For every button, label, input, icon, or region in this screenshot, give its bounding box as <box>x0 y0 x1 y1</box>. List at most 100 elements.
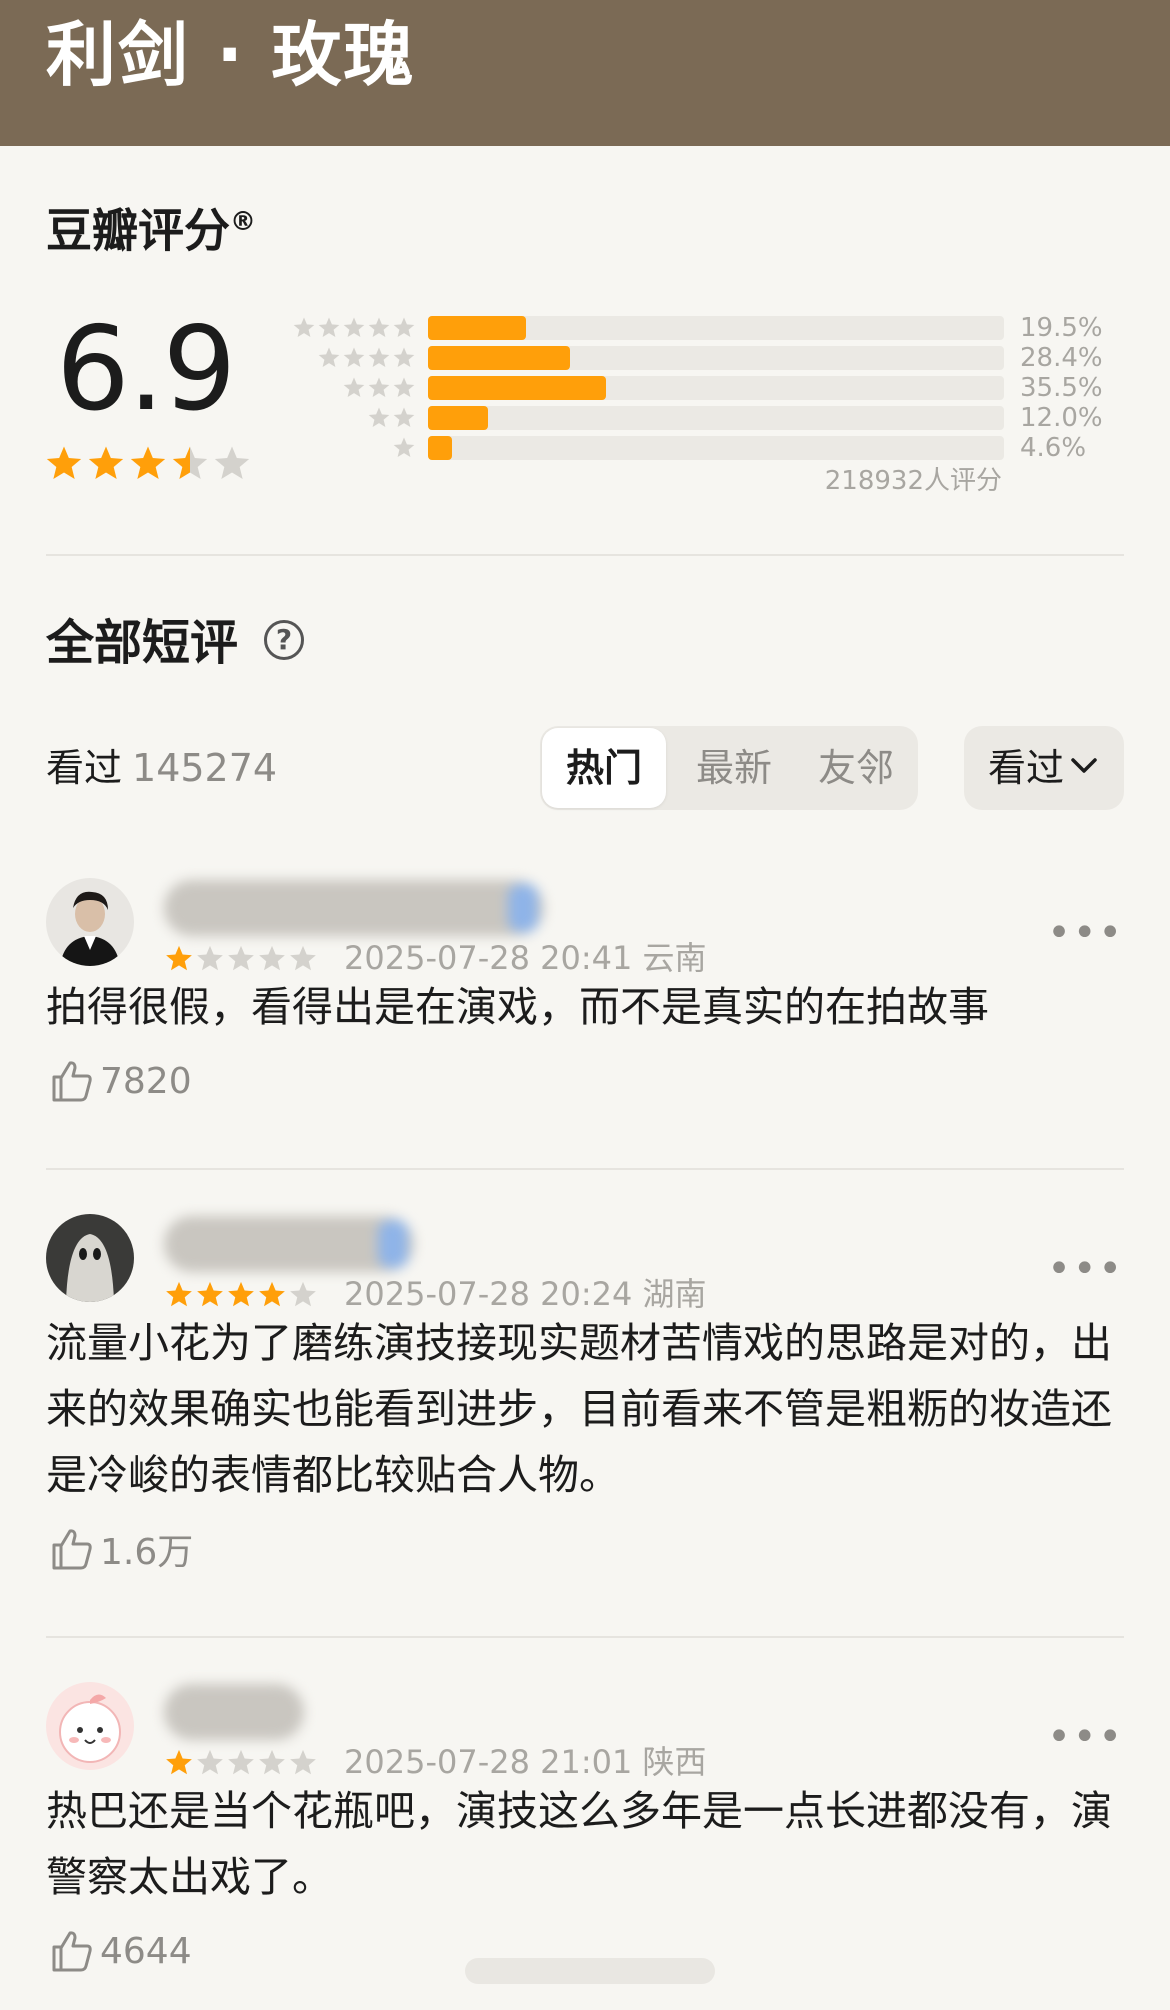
total-ratings[interactable]: 218932人评分 <box>825 460 1002 497</box>
distribution-bar-fill <box>428 376 606 400</box>
avatar[interactable] <box>46 1682 134 1770</box>
star-icon <box>393 377 415 397</box>
star-icon <box>393 317 415 337</box>
question-circle-icon[interactable]: ? <box>264 620 304 660</box>
review-text: 热巴还是当个花瓶吧，演技这么多年是一点长进都没有，演警察太出戏了。 <box>46 1787 1112 1901</box>
review-date: 2025-07-28 20:41 <box>344 939 633 977</box>
review-star-icon <box>290 945 316 971</box>
review-star-icon <box>166 1749 192 1775</box>
star-icon <box>393 407 415 427</box>
distribution-stars <box>342 376 416 400</box>
reviews-section-title: 全部短评 <box>46 615 239 671</box>
thumbs-up-icon <box>52 1061 92 1102</box>
chevron-down-icon <box>1071 758 1097 773</box>
distribution-bar-track <box>428 346 1004 370</box>
like-count: 7820 <box>100 1060 192 1102</box>
distribution-row: 19.5% <box>0 313 1170 343</box>
review-location: 陕西 <box>642 1743 707 1781</box>
thumbs-up-icon <box>52 1931 92 1972</box>
distribution-row: 35.5% <box>0 373 1170 403</box>
distribution-percent: 28.4% <box>1020 343 1103 373</box>
distribution-bar-track <box>428 376 1004 400</box>
rating-section-title: 豆瓣评分® <box>46 192 256 260</box>
review-date: 2025-07-28 21:01 <box>344 1743 633 1781</box>
avatar[interactable] <box>46 1214 134 1302</box>
star-icon <box>368 317 390 337</box>
review-text: 流量小花为了磨练演技接现实题材苦情戏的思路是对的，出来的效果确实也能看到进步，目… <box>46 1319 1112 1499</box>
tab-hot[interactable]: 热门 <box>542 728 666 808</box>
star-icon <box>318 347 340 367</box>
review-star-icon <box>197 945 223 971</box>
distribution-stars <box>367 406 416 430</box>
distribution-bar-fill <box>428 406 489 430</box>
divider <box>46 1168 1124 1170</box>
review-location: 湖南 <box>642 1275 707 1313</box>
more-options-icon[interactable]: ••• <box>1047 1246 1124 1292</box>
review-stars <box>164 1748 318 1778</box>
distribution-bar-track <box>428 406 1004 430</box>
star-icon <box>343 347 365 367</box>
review-date: 2025-07-28 20:24 <box>344 1275 633 1313</box>
distribution-percent: 35.5% <box>1020 373 1103 403</box>
star-icon <box>343 377 365 397</box>
review-stars <box>164 1280 318 1310</box>
watched-count: 145274 <box>132 746 278 790</box>
review-star-icon <box>259 1281 285 1307</box>
review-star-icon <box>290 1281 316 1307</box>
star-icon <box>293 317 315 337</box>
username-blurred[interactable] <box>164 880 544 936</box>
star-icon <box>393 347 415 367</box>
thumbs-up-icon <box>52 1529 92 1570</box>
avatar[interactable] <box>46 878 134 966</box>
distribution-percent: 19.5% <box>1020 313 1103 343</box>
watched-summary: 看过 145274 <box>46 740 277 796</box>
review-location: 云南 <box>642 939 707 977</box>
status-filter-dropdown[interactable]: 看过 <box>964 726 1124 810</box>
distribution-row: 12.0% <box>0 403 1170 433</box>
review-star-icon <box>259 1749 285 1775</box>
review-star-icon <box>228 1281 254 1307</box>
distribution-bar-fill <box>428 316 526 340</box>
like-button[interactable]: 1.6万 <box>48 1524 193 1574</box>
tab-friends[interactable]: 友邻 <box>794 726 918 810</box>
like-button[interactable]: 4644 <box>48 1926 192 1976</box>
like-count: 4644 <box>100 1930 192 1972</box>
watched-label: 看过 <box>46 746 123 790</box>
review-star-icon <box>197 1749 223 1775</box>
registered-mark: ® <box>230 207 256 237</box>
more-options-icon[interactable]: ••• <box>1047 910 1124 956</box>
sort-tabs: 热门 最新 友邻 <box>540 726 918 810</box>
like-button[interactable]: 7820 <box>48 1056 192 1106</box>
review-star-icon <box>290 1749 316 1775</box>
star-icon <box>368 347 390 367</box>
distribution-bar-track <box>428 436 1004 460</box>
divider <box>46 554 1124 556</box>
star-icon <box>343 317 365 337</box>
filter-label: 看过 <box>988 746 1065 790</box>
star-icon <box>368 407 390 427</box>
star-icon <box>368 377 390 397</box>
distribution-row: 4.6% <box>0 433 1170 463</box>
distribution-percent: 12.0% <box>1020 403 1103 433</box>
review-star-icon <box>166 1281 192 1307</box>
home-indicator <box>465 1958 715 1984</box>
divider <box>46 1636 1124 1638</box>
distribution-bar-track <box>428 316 1004 340</box>
distribution-bar-fill <box>428 346 571 370</box>
like-count: 1.6万 <box>100 1532 194 1573</box>
review-star-icon <box>259 945 285 971</box>
review-star-icon <box>228 945 254 971</box>
review-star-icon <box>166 945 192 971</box>
username-blurred[interactable] <box>164 1216 414 1272</box>
page-header: 利剑 · 玫瑰 <box>0 0 1170 146</box>
review-star-icon <box>197 1281 223 1307</box>
review-stars <box>164 944 318 974</box>
username-blurred[interactable] <box>164 1684 304 1740</box>
distribution-percent: 4.6% <box>1020 433 1087 463</box>
star-icon <box>318 317 340 337</box>
more-options-icon[interactable]: ••• <box>1047 1714 1124 1760</box>
page-title: 利剑 · 玫瑰 <box>46 14 416 96</box>
review-star-icon <box>228 1749 254 1775</box>
tab-latest[interactable]: 最新 <box>672 726 796 810</box>
distribution-stars <box>392 436 416 460</box>
